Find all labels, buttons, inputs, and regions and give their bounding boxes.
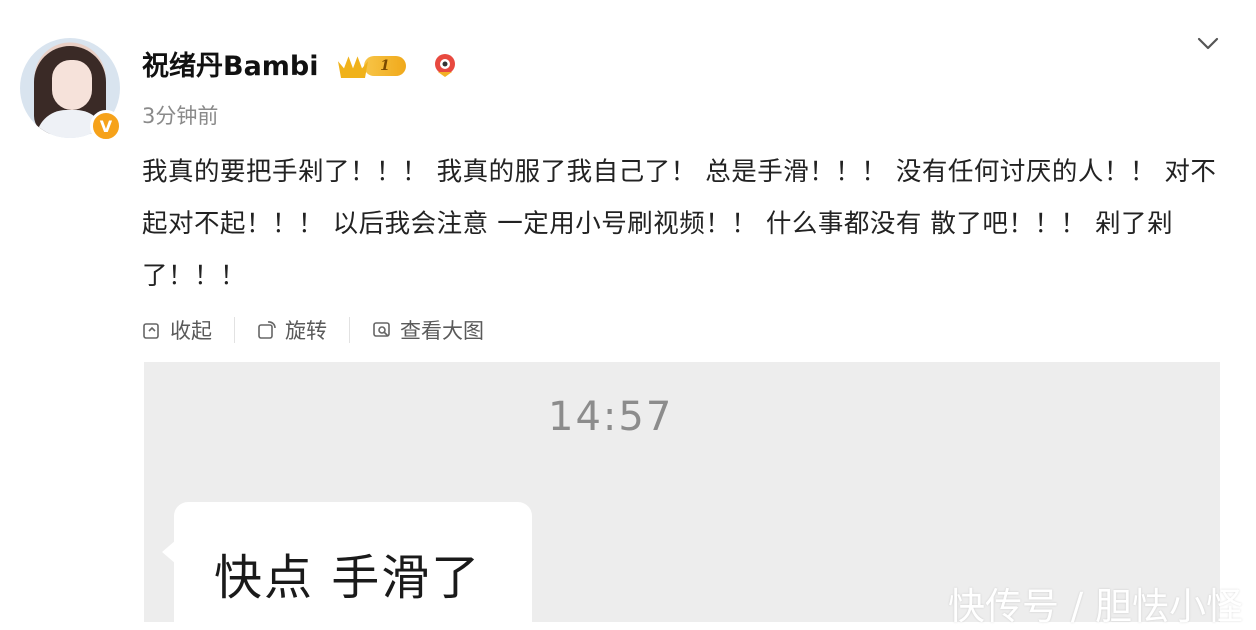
image-toolbar: 收起 旋转 查看大图 [142, 312, 484, 348]
post-text: 我真的要把手剁了！！！ 我真的服了我自己了！ 总是手滑！！！ 没有任何讨厌的人！… [142, 157, 1217, 291]
image-time: 14:57 [548, 394, 674, 440]
collapse-icon [143, 323, 159, 339]
view-large-icon [373, 322, 390, 337]
divider [234, 317, 235, 343]
collapse-label: 收起 [170, 319, 212, 343]
chat-bubble-text: 快点 手滑了 [214, 550, 482, 606]
rotate-icon [258, 321, 276, 339]
post-time: 3分钟前 [142, 104, 219, 128]
view-large-button[interactable]: 查看大图 [372, 315, 484, 345]
rotate-button[interactable]: 旋转 [257, 315, 327, 345]
chevron-down-icon[interactable] [1196, 34, 1220, 54]
username[interactable]: 祝绪丹Bambi [142, 44, 319, 83]
chat-bubble: 快点 手滑了 [162, 502, 532, 622]
avatar[interactable]: V [20, 38, 122, 142]
avatar-face [52, 60, 92, 110]
vip-level: 1 [364, 56, 406, 76]
fan-icon[interactable] [432, 52, 458, 78]
vip-badge[interactable]: 1 [338, 53, 410, 79]
collapse-button[interactable]: 收起 [142, 315, 212, 345]
view-large-label: 查看大图 [400, 319, 484, 343]
divider [349, 317, 350, 343]
rotate-label: 旋转 [285, 319, 327, 343]
verified-icon: V [90, 110, 122, 142]
